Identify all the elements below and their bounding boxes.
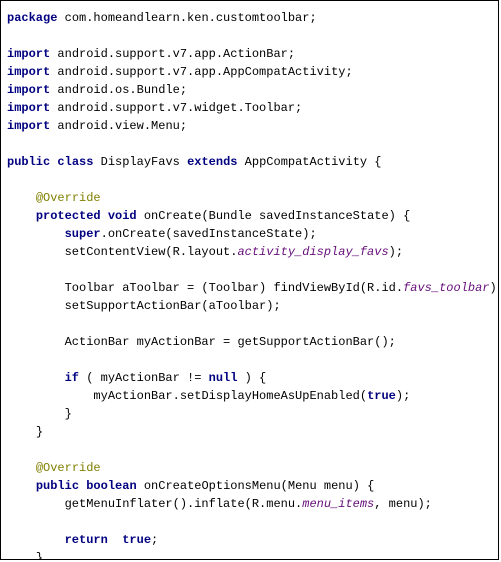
if-cond-post: ) { — [237, 371, 266, 385]
keyword-void: void — [108, 209, 137, 223]
keyword-null: null — [209, 371, 238, 385]
toolbar-line-pre: Toolbar aToolbar = (Toolbar) findViewByI… — [65, 281, 403, 295]
oncreateoptions-sig: onCreateOptionsMenu(Menu menu) { — [137, 479, 375, 493]
toolbar-line-post: ); — [490, 281, 500, 295]
keyword-protected: protected — [36, 209, 101, 223]
keyword-import: import — [7, 101, 50, 115]
setcontentview-post: ); — [389, 245, 403, 259]
keyword-import: import — [7, 119, 50, 133]
keyword-import: import — [7, 83, 50, 97]
close-brace: } — [36, 425, 43, 439]
inflate-post: , menu); — [374, 497, 432, 511]
class-name: DisplayFavs — [93, 155, 187, 169]
oncreate-sig: onCreate(Bundle savedInstanceState) { — [137, 209, 411, 223]
setdisplay-post: ); — [396, 389, 410, 403]
keyword-public: public — [36, 479, 79, 493]
close-brace: } — [65, 407, 72, 421]
actionbar-line: ActionBar myActionBar = getSupportAction… — [65, 335, 396, 349]
keyword-true: true — [122, 533, 151, 547]
keyword-true: true — [367, 389, 396, 403]
layout-ref: activity_display_favs — [237, 245, 388, 259]
annotation-override: @Override — [36, 461, 101, 475]
keyword-return: return — [65, 533, 108, 547]
extends-name: AppCompatActivity { — [237, 155, 381, 169]
return-space — [108, 533, 122, 547]
annotation-override: @Override — [36, 191, 101, 205]
semi: ; — [151, 533, 158, 547]
import-line-2: android.os.Bundle; — [50, 83, 187, 97]
keyword-if: if — [65, 371, 79, 385]
keyword-import: import — [7, 65, 50, 79]
keyword-import: import — [7, 47, 50, 61]
setsupportactionbar: setSupportActionBar(aToolbar); — [65, 299, 281, 313]
menu-ref: menu_items — [302, 497, 374, 511]
close-brace: } — [36, 551, 43, 560]
if-cond-pre: ( myActionBar != — [79, 371, 209, 385]
keyword-class: class — [57, 155, 93, 169]
keyword-extends: extends — [187, 155, 237, 169]
inflate-pre: getMenuInflater().inflate(R.menu. — [65, 497, 303, 511]
code-block: package com.homeandlearn.ken.customtoolb… — [0, 0, 499, 560]
import-line-0: android.support.v7.app.ActionBar; — [50, 47, 295, 61]
import-line-1: android.support.v7.app.AppCompatActivity… — [50, 65, 352, 79]
import-line-3: android.support.v7.widget.Toolbar; — [50, 101, 302, 115]
keyword-public: public — [7, 155, 50, 169]
import-line-4: android.view.Menu; — [50, 119, 187, 133]
keyword-package: package — [7, 11, 57, 25]
keyword-super: super — [65, 227, 101, 241]
setdisplay-pre: myActionBar.setDisplayHomeAsUpEnabled( — [93, 389, 367, 403]
setcontentview-pre: setContentView(R.layout. — [65, 245, 238, 259]
package-name: com.homeandlearn.ken.customtoolbar; — [57, 11, 316, 25]
keyword-boolean: boolean — [86, 479, 136, 493]
toolbar-id-ref: favs_toolbar — [403, 281, 489, 295]
super-oncreate: .onCreate(savedInstanceState); — [101, 227, 317, 241]
